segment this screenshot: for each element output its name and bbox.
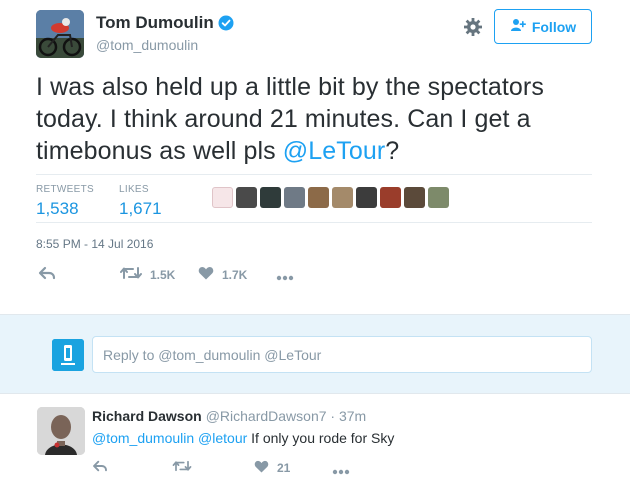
like-count: 1.7K: [222, 267, 248, 282]
reply-time[interactable]: 37m: [339, 408, 366, 424]
retweet-icon: [120, 266, 142, 283]
retweets-stat[interactable]: RETWEETS 1,538: [36, 184, 94, 219]
liker-avatar[interactable]: [308, 187, 329, 208]
liker-avatar[interactable]: [260, 187, 281, 208]
more-dots-icon: [276, 270, 294, 284]
engagement-stats: RETWEETS 1,538 LIKES 1,671: [36, 174, 592, 223]
reply-arrow-icon: [38, 266, 56, 283]
reply-tweet: Richard Dawson @RichardDawson7 · 37m @tom…: [0, 395, 630, 484]
author-name[interactable]: Tom Dumoulin: [96, 13, 214, 33]
liker-avatar[interactable]: [332, 187, 353, 208]
likes-stat[interactable]: LIKES 1,671: [119, 184, 162, 219]
follow-label: Follow: [531, 18, 577, 35]
reply-author-handle[interactable]: @RichardDawson7: [206, 408, 327, 424]
author-handle[interactable]: @tom_dumoulin: [96, 37, 198, 53]
reply-like-button[interactable]: 21: [254, 460, 290, 476]
tweet-text: I was also held up a little bit by the s…: [36, 71, 596, 167]
reply-composer: Reply to @tom_dumoulin @LeTour: [0, 314, 630, 394]
follow-person-plus-icon: [510, 18, 526, 35]
liker-avatars: [212, 187, 449, 208]
liker-avatar[interactable]: [380, 187, 401, 208]
reply-author-name[interactable]: Richard Dawson: [92, 408, 202, 424]
tweet-tail: ?: [385, 137, 400, 165]
likes-label: LIKES: [119, 184, 149, 195]
reply-more-button[interactable]: [332, 464, 350, 478]
mention-link[interactable]: @LeTour: [283, 137, 386, 165]
tweet-timestamp[interactable]: 8:55 PM - 14 Jul 2016: [36, 237, 153, 251]
reply-mention-1[interactable]: @tom_dumoulin: [92, 430, 194, 446]
reply-like-count: 21: [277, 461, 291, 475]
reply-actions: 21: [92, 458, 392, 478]
gear-icon[interactable]: [463, 17, 483, 37]
verified-badge-icon: [218, 15, 234, 31]
retweet-count: 1.5K: [150, 267, 176, 282]
reply-arrow-icon: [92, 460, 108, 475]
retweets-value: 1,538: [36, 199, 79, 218]
follow-button[interactable]: Follow: [494, 9, 592, 44]
liker-avatar[interactable]: [212, 187, 233, 208]
main-tweet: Tom Dumoulin @tom_dumoulin Follow I was …: [0, 0, 630, 314]
liker-avatar[interactable]: [404, 187, 425, 208]
liker-avatar[interactable]: [236, 187, 257, 208]
retweets-label: RETWEETS: [36, 184, 94, 195]
reply-button[interactable]: [38, 266, 56, 283]
reply-separator: ·: [326, 408, 339, 424]
like-button[interactable]: 1.7K: [198, 266, 247, 283]
reply-header: Richard Dawson @RichardDawson7 · 37m: [92, 408, 366, 424]
likes-value: 1,671: [119, 199, 162, 218]
reply-retweet-button[interactable]: [172, 460, 192, 475]
reply-mention-2[interactable]: @letour: [198, 430, 247, 446]
reply-input[interactable]: Reply to @tom_dumoulin @LeTour: [92, 336, 592, 373]
heart-icon: [254, 460, 269, 476]
reply-placeholder: Reply to @tom_dumoulin @LeTour: [103, 346, 322, 363]
liker-avatar[interactable]: [356, 187, 377, 208]
author-avatar[interactable]: [36, 10, 84, 58]
liker-avatar[interactable]: [428, 187, 449, 208]
retweet-icon: [172, 460, 192, 475]
reply-body: If only you rode for Sky: [247, 430, 395, 446]
tweet-actions: 1.5K 1.7K: [36, 266, 436, 290]
heart-icon: [198, 266, 214, 283]
reply-text: @tom_dumoulin @letour If only you rode f…: [92, 430, 394, 446]
current-user-avatar: [52, 339, 84, 371]
more-button[interactable]: [276, 270, 294, 284]
retweet-button[interactable]: 1.5K: [120, 266, 175, 283]
reply-reply-button[interactable]: [92, 460, 108, 475]
liker-avatar[interactable]: [284, 187, 305, 208]
more-dots-icon: [332, 464, 350, 478]
reply-author-avatar[interactable]: [37, 407, 85, 455]
